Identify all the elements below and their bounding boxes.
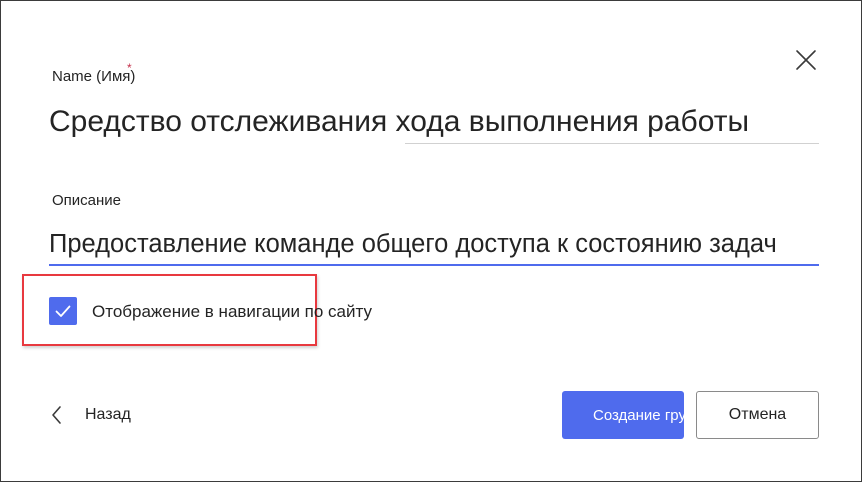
chevron-left-icon bbox=[52, 406, 61, 424]
show-in-navigation-checkbox[interactable] bbox=[49, 297, 77, 325]
close-icon bbox=[796, 50, 816, 70]
description-input[interactable] bbox=[49, 225, 834, 263]
close-button[interactable] bbox=[793, 47, 819, 73]
name-label: Name (Имя) bbox=[52, 68, 136, 85]
checkmark-icon bbox=[55, 305, 71, 317]
dialog: Name (Имя) * Описание Отображение в нави… bbox=[0, 0, 862, 482]
back-button[interactable]: Назад bbox=[49, 401, 131, 429]
back-label: Назад bbox=[85, 406, 131, 423]
description-input-underline bbox=[49, 264, 819, 266]
name-input[interactable] bbox=[49, 101, 819, 143]
required-marker: * bbox=[127, 61, 132, 75]
cancel-button[interactable]: Отмена bbox=[696, 391, 819, 439]
create-group-button[interactable]: Создание группы bbox=[562, 391, 684, 439]
name-input-underline bbox=[405, 143, 819, 144]
show-in-navigation-label[interactable]: Отображение в навигации по сайту bbox=[92, 302, 372, 322]
description-label: Описание bbox=[52, 192, 122, 209]
